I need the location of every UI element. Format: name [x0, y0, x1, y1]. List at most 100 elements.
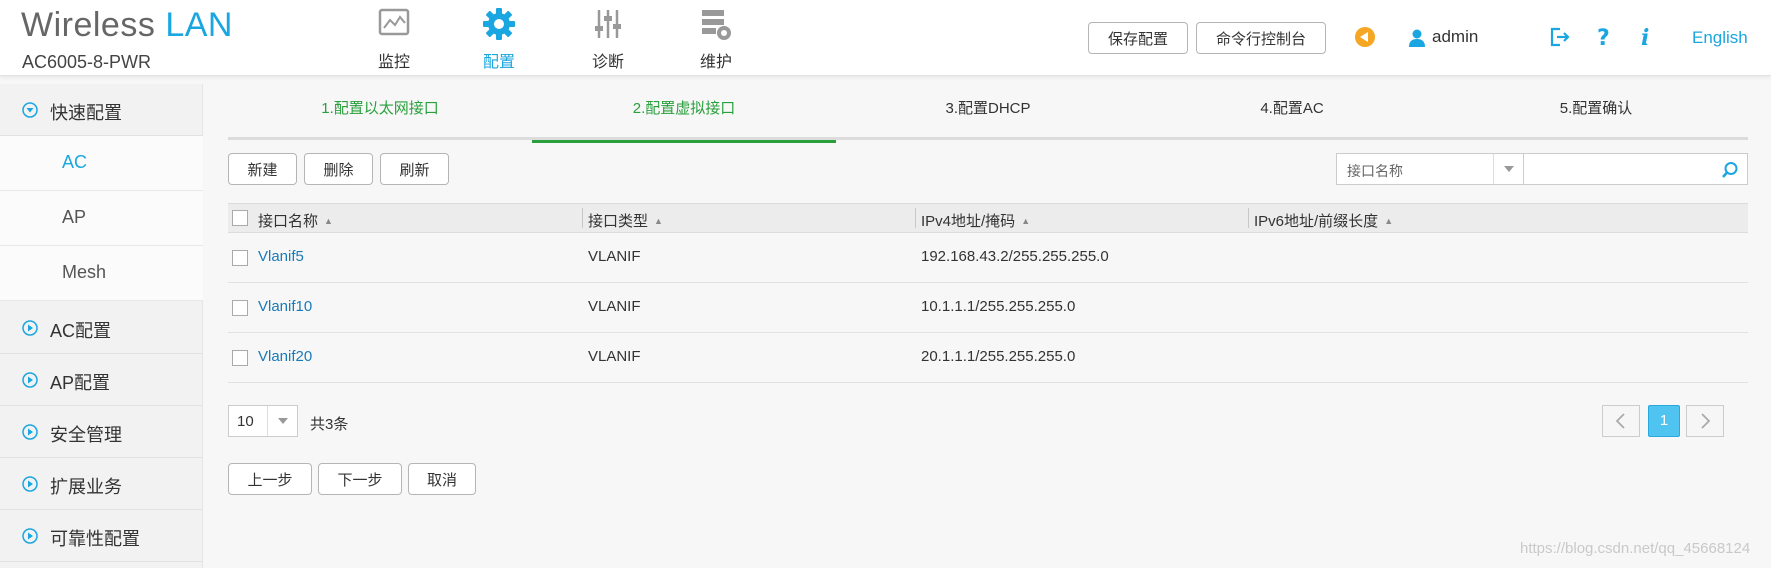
chevron-down-icon — [1493, 154, 1523, 184]
top-header: Wireless LAN AC6005-8-PWR 监控 配置 诊断 维护 保存… — [0, 0, 1771, 76]
nav-maintenance[interactable]: 维护 — [676, 4, 756, 72]
sidebar-subitem-label: AP — [62, 207, 87, 227]
chevron-right-icon — [1701, 413, 1711, 429]
interface-type: VLANIF — [588, 298, 641, 315]
current-page[interactable]: 1 — [1648, 405, 1680, 437]
next-step-button[interactable]: 下一步 — [318, 463, 402, 495]
cancel-button[interactable]: 取消 — [408, 463, 476, 495]
new-button[interactable]: 新建 — [228, 153, 297, 185]
step-4[interactable]: 4.配置AC — [1140, 92, 1444, 140]
column-header-label: IPv6地址/前缀长度 — [1254, 213, 1379, 230]
column-header-ipv6[interactable]: IPv6地址/前缀长度 ▲ — [1254, 210, 1393, 231]
language-switch[interactable]: English — [1692, 28, 1748, 48]
column-header-ipv4[interactable]: IPv4地址/掩码 ▲ — [921, 210, 1030, 231]
table-row: Vlanif5 VLANIF 192.168.43.2/255.255.255.… — [228, 233, 1748, 283]
svg-text:i: i — [1641, 26, 1649, 48]
nav-diagnose-label: 诊断 — [591, 54, 624, 71]
interface-ipv4: 20.1.1.1/255.255.255.0 — [921, 348, 1076, 365]
step-5[interactable]: 5.配置确认 — [1444, 92, 1748, 140]
monitor-icon — [378, 8, 410, 36]
interface-name-link[interactable]: Vlanif20 — [258, 348, 312, 365]
column-divider — [582, 208, 583, 228]
refresh-button[interactable]: 刷新 — [380, 153, 449, 185]
sidebar-item-label: 安全管理 — [50, 425, 122, 445]
nav-monitor[interactable]: 监控 — [354, 4, 434, 72]
info-icon[interactable]: i — [1638, 26, 1654, 48]
watermark: https://blog.csdn.net/qq_45668124 — [1520, 540, 1751, 557]
collapse-icon — [22, 102, 38, 118]
sort-asc-icon: ▲ — [654, 216, 663, 226]
logout-icon[interactable] — [1548, 26, 1570, 48]
table-header: 接口名称 ▲ 接口类型 ▲ IPv4地址/掩码 ▲ IPv6地址/前缀长度 ▲ — [228, 203, 1748, 233]
row-checkbox[interactable] — [232, 250, 248, 266]
user-icon — [1409, 29, 1425, 47]
step-3[interactable]: 3.配置DHCP — [836, 92, 1140, 140]
expand-icon — [22, 320, 38, 336]
step-1[interactable]: 1.配置以太网接口 — [228, 92, 532, 140]
sidebar-subitem-ac[interactable]: AC — [0, 136, 203, 191]
search-box — [1524, 153, 1748, 185]
device-model: AC6005-8-PWR — [22, 52, 152, 72]
sidebar-item-ap-config[interactable]: AP配置 — [0, 354, 203, 406]
sort-asc-icon: ▲ — [1384, 216, 1394, 226]
interface-ipv4: 192.168.43.2/255.255.255.0 — [921, 248, 1109, 265]
sidebar-item-quick-config[interactable]: 快速配置 — [0, 84, 203, 136]
column-header-name[interactable]: 接口名称 ▲ — [258, 210, 333, 231]
sidebar-item-label: 可靠性配置 — [50, 529, 140, 549]
expand-icon — [22, 372, 38, 388]
sidebar-item-ac-config[interactable]: AC配置 — [0, 302, 203, 354]
row-checkbox[interactable] — [232, 300, 248, 316]
column-header-type[interactable]: 接口类型 ▲ — [588, 210, 663, 231]
nav-maintenance-label: 维护 — [699, 54, 732, 71]
brand-title: Wireless LAN — [21, 6, 233, 45]
cli-console-button[interactable]: 命令行控制台 — [1196, 22, 1326, 54]
maintenance-icon — [702, 10, 731, 40]
sidebar-subitem-ap[interactable]: AP — [0, 191, 203, 246]
table-row: Vlanif20 VLANIF 20.1.1.1/255.255.255.0 — [228, 333, 1748, 383]
sidebar-item-label: 扩展业务 — [50, 477, 122, 497]
sidebar-item-reliability[interactable]: 可靠性配置 — [0, 510, 203, 562]
interface-name-link[interactable]: Vlanif10 — [258, 298, 312, 315]
filter-field-value: 接口名称 — [1347, 163, 1403, 179]
interface-type: VLANIF — [588, 348, 641, 365]
username[interactable]: admin — [1432, 27, 1478, 47]
nav-diagnose[interactable]: 诊断 — [568, 4, 648, 72]
filter-field-select[interactable]: 接口名称 — [1336, 153, 1524, 185]
sidebar-subitem-label: Mesh — [62, 262, 107, 282]
search-icon[interactable] — [1721, 161, 1739, 179]
expand-icon — [22, 424, 38, 440]
interface-name-link[interactable]: Vlanif5 — [258, 248, 304, 265]
page-size-select[interactable]: 10 — [228, 405, 298, 437]
step-2[interactable]: 2.配置虚拟接口 — [532, 92, 836, 143]
sidebar-item-security[interactable]: 安全管理 — [0, 406, 203, 458]
sidebar-item-label: AP配置 — [50, 373, 111, 393]
prev-page-button[interactable] — [1602, 405, 1640, 437]
column-divider — [915, 208, 916, 228]
column-header-label: IPv4地址/掩码 — [921, 213, 1016, 230]
expand-icon — [22, 528, 38, 544]
delete-button[interactable]: 删除 — [304, 153, 373, 185]
sliders-icon — [595, 10, 621, 38]
nav-config[interactable]: 配置 — [459, 4, 539, 72]
brand-title-wireless: Wireless — [21, 6, 156, 44]
column-divider — [1248, 208, 1249, 228]
search-input[interactable] — [1530, 158, 1710, 180]
alarm-sound-icon[interactable] — [1354, 26, 1376, 48]
chevron-left-icon — [1615, 413, 1625, 429]
sidebar-item-extended-services[interactable]: 扩展业务 — [0, 458, 203, 510]
row-checkbox[interactable] — [232, 350, 248, 366]
column-header-label: 接口名称 — [258, 213, 319, 230]
wizard-steps: 1.配置以太网接口 2.配置虚拟接口 3.配置DHCP 4.配置AC 5.配置确… — [228, 92, 1748, 143]
chevron-down-icon — [267, 406, 297, 436]
prev-step-button[interactable]: 上一步 — [228, 463, 312, 495]
sidebar-item-label: 快速配置 — [50, 103, 122, 123]
page-size-value: 10 — [237, 413, 254, 430]
svg-text:?: ? — [1597, 26, 1610, 48]
sidebar-subitem-label: AC — [62, 152, 88, 172]
save-config-button[interactable]: 保存配置 — [1088, 22, 1188, 54]
sort-asc-icon: ▲ — [324, 216, 333, 226]
sidebar-subitem-mesh[interactable]: Mesh — [0, 246, 203, 301]
next-page-button[interactable] — [1686, 405, 1724, 437]
help-icon[interactable]: ? — [1594, 26, 1612, 48]
select-all-checkbox[interactable] — [232, 210, 248, 226]
